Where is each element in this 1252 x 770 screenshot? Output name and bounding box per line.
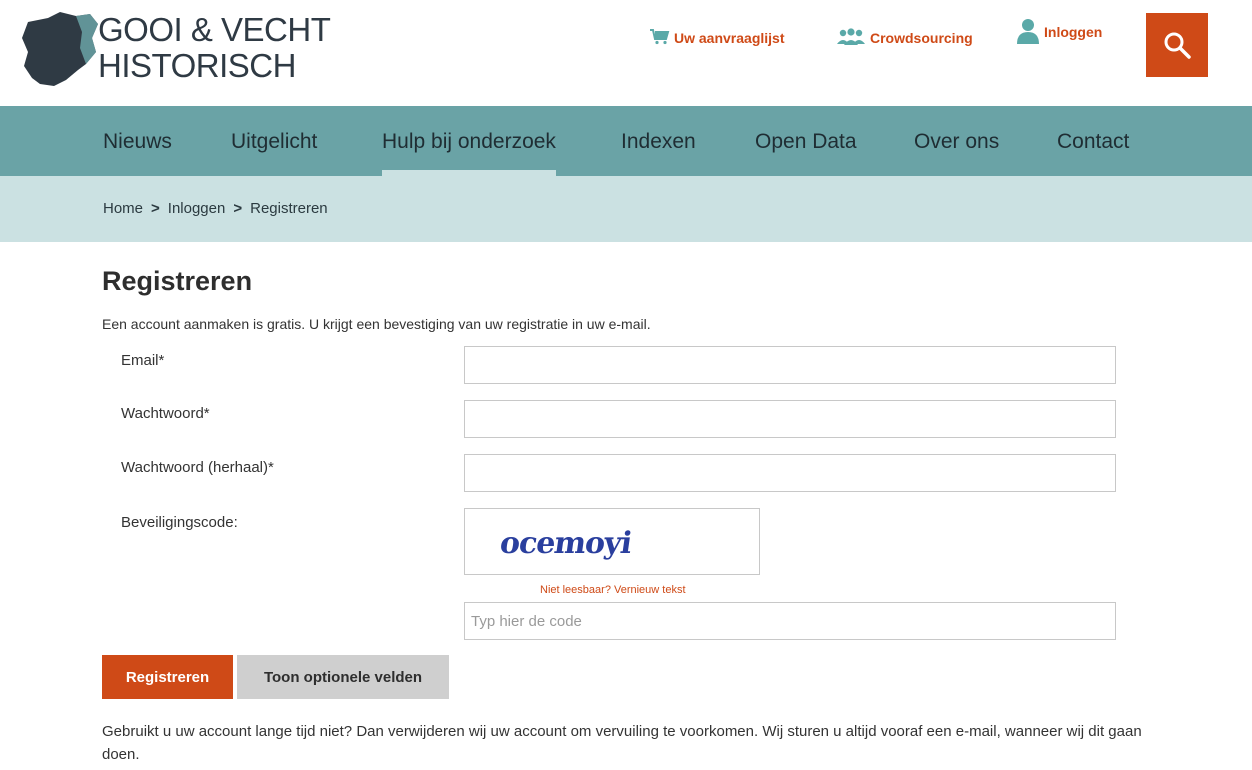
password-field[interactable] <box>464 400 1116 438</box>
logo-text: GOOI & VECHT HISTORISCH <box>98 11 331 84</box>
crowdsourcing-link[interactable]: Crowdsourcing <box>836 26 973 50</box>
captcha-label: Beveiligingscode: <box>121 514 238 531</box>
password-repeat-label: Wachtwoord (herhaal)* <box>121 459 274 476</box>
aanvraaglijst-label: Uw aanvraaglijst <box>674 30 785 46</box>
nav-item-indexen[interactable]: Indexen <box>621 106 696 176</box>
captcha-image: ocemoyi <box>464 508 760 575</box>
aanvraaglijst-link[interactable]: Uw aanvraaglijst <box>650 26 785 50</box>
page-title: Registreren <box>102 266 253 296</box>
site-logo[interactable]: GOOI & VECHT HISTORISCH <box>18 8 338 94</box>
breadcrumb-home[interactable]: Home <box>103 200 143 217</box>
nav-item-hulp-bij-onderzoek[interactable]: Hulp bij onderzoek <box>382 106 556 176</box>
breadcrumb-separator: > <box>151 200 160 217</box>
nav-item-contact[interactable]: Contact <box>1057 106 1129 176</box>
search-icon <box>1164 32 1191 59</box>
register-button[interactable]: Registreren <box>102 655 233 699</box>
captcha-text: ocemoyi <box>498 526 634 561</box>
login-link[interactable]: Inloggen <box>1016 18 1103 44</box>
password-label: Wachtwoord* <box>121 405 210 422</box>
logo-line-1: GOOI & VECHT <box>98 11 331 48</box>
show-optional-fields-button[interactable]: Toon optionele velden <box>237 655 449 699</box>
nav-item-over-ons[interactable]: Over ons <box>914 106 999 176</box>
intro-text: Een account aanmaken is gratis. U krijgt… <box>102 316 651 332</box>
breadcrumb-current: Registreren <box>250 200 328 217</box>
breadcrumb-inloggen[interactable]: Inloggen <box>168 200 226 217</box>
nav-item-nieuws[interactable]: Nieuws <box>103 106 172 176</box>
breadcrumb-separator: > <box>233 200 243 217</box>
breadcrumb: Home > Inloggen > Registreren <box>103 200 328 217</box>
site-header: GOOI & VECHT HISTORISCH Uw aanvraaglijst… <box>0 0 1252 106</box>
user-icon <box>1016 17 1040 48</box>
password-repeat-field[interactable] <box>464 454 1116 492</box>
breadcrumb-bar: Home > Inloggen > Registreren <box>0 176 1252 242</box>
main-nav: Nieuws Uitgelicht Hulp bij onderzoek Ind… <box>0 106 1252 176</box>
login-label: Inloggen <box>1044 24 1103 40</box>
nav-item-open-data[interactable]: Open Data <box>755 106 857 176</box>
logo-line-2: HISTORISCH <box>98 47 296 84</box>
captcha-graphic: ocemoyi <box>498 526 634 561</box>
inactivity-note: Gebruikt u uw account lange tijd niet? D… <box>102 723 1142 763</box>
cart-icon <box>650 28 670 48</box>
region-map-icon <box>22 12 98 86</box>
search-button[interactable] <box>1146 13 1208 77</box>
nav-item-uitgelicht[interactable]: Uitgelicht <box>231 106 317 176</box>
email-field[interactable] <box>464 346 1116 384</box>
captcha-code-field[interactable] <box>464 602 1116 640</box>
captcha-refresh-link[interactable]: Niet leesbaar? Vernieuw tekst <box>540 584 686 596</box>
people-icon <box>836 27 866 49</box>
email-label: Email* <box>121 352 165 369</box>
crowdsourcing-label: Crowdsourcing <box>870 30 973 46</box>
